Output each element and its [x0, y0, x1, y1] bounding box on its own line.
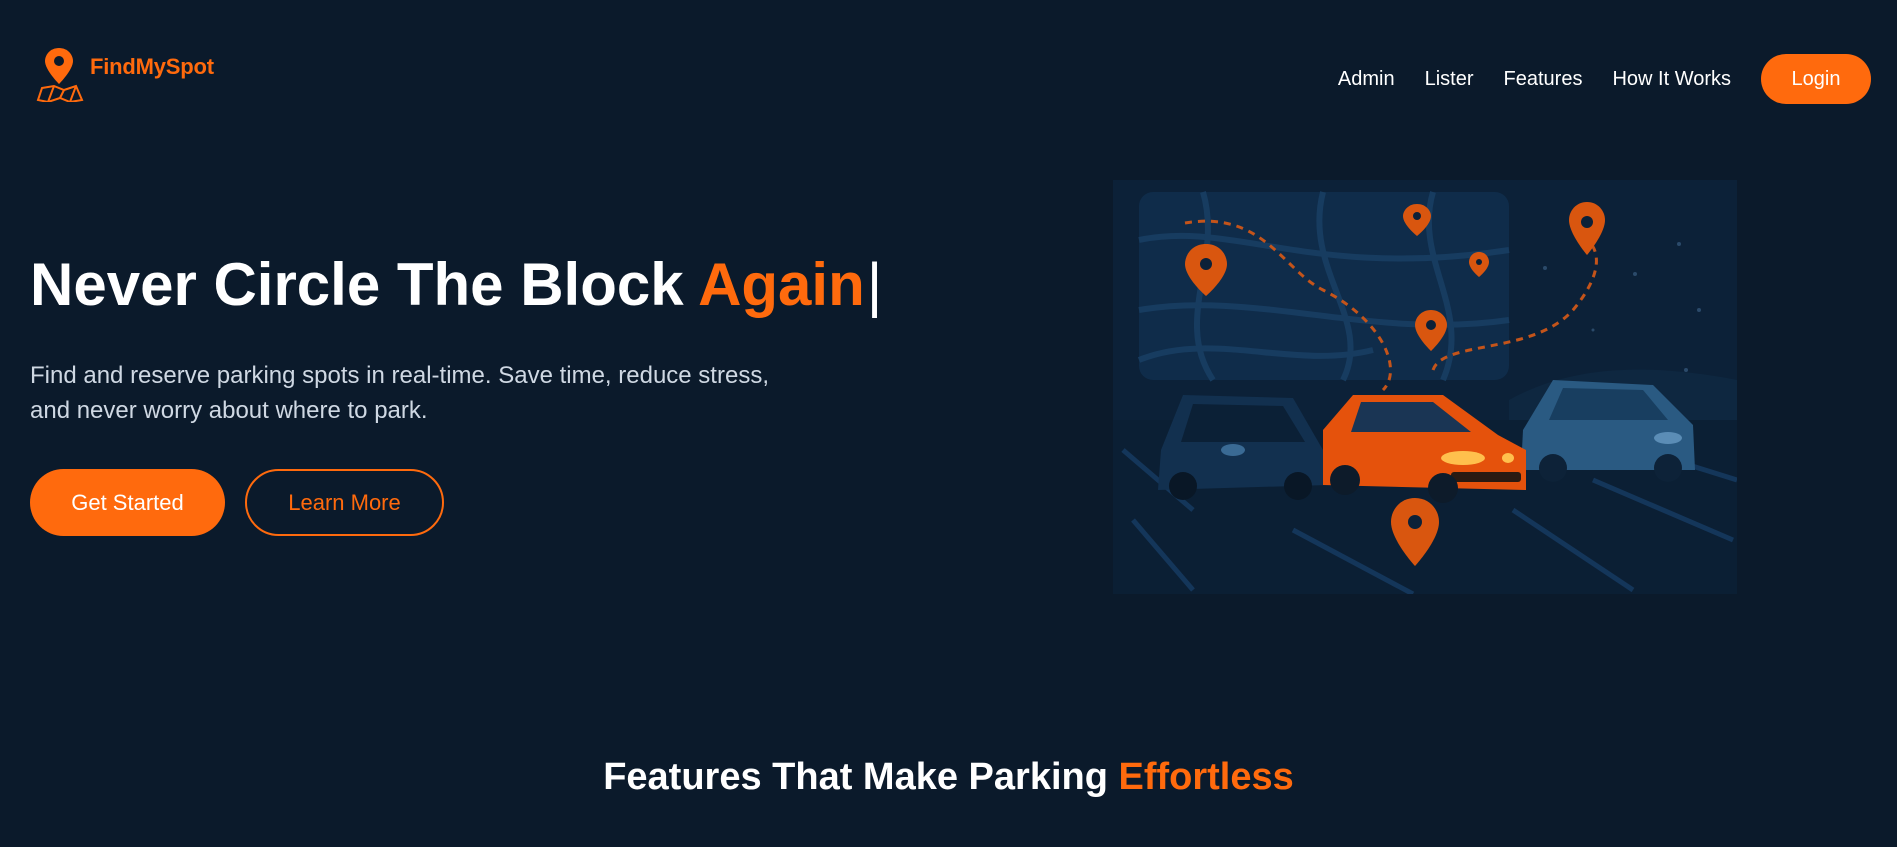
nav-link-features[interactable]: Features — [1504, 68, 1583, 91]
learn-more-button[interactable]: Learn More — [245, 469, 444, 536]
get-started-button[interactable]: Get Started — [30, 469, 225, 536]
typing-caret: | — [866, 251, 883, 318]
logo[interactable]: FindMySpot — [36, 46, 214, 102]
login-button[interactable]: Login — [1761, 54, 1871, 104]
hero-title-accent: Again — [698, 251, 865, 318]
features-title-main: Features That Make Parking — [603, 756, 1119, 798]
car-parking-map-illustration — [1113, 180, 1737, 594]
main-nav: Admin Lister Features How It Works Login — [1338, 54, 1871, 104]
site-header: FindMySpot Admin Lister Features How It … — [0, 0, 1897, 160]
brand-name: FindMySpot — [90, 54, 214, 79]
hero-description: Find and reserve parking spots in real-t… — [30, 362, 769, 424]
location-pin-icon — [36, 48, 84, 102]
nav-link-how-it-works[interactable]: How It Works — [1612, 68, 1731, 91]
features-section-title: Features That Make Parking Effortless — [0, 756, 1897, 799]
hero-title-main: Never Circle The Block — [30, 251, 699, 318]
hero-title: Never Circle The Block Again| — [30, 250, 882, 319]
nav-link-admin[interactable]: Admin — [1338, 68, 1395, 91]
nav-link-lister[interactable]: Lister — [1425, 68, 1474, 91]
features-title-accent: Effortless — [1118, 756, 1294, 798]
